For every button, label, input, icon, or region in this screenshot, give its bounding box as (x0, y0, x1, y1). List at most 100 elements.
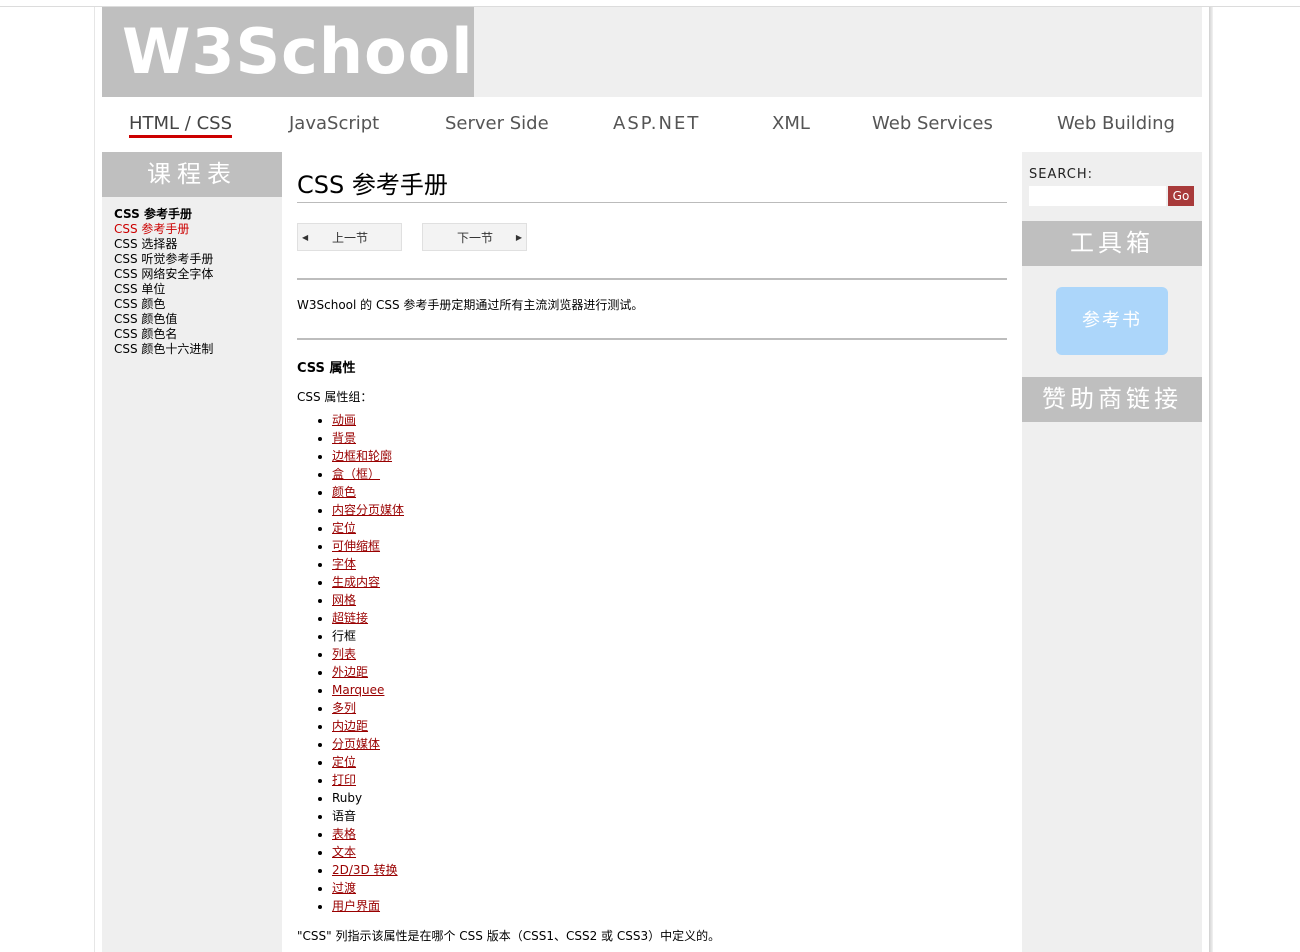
sidebar-item-css-color-values[interactable]: CSS 颜色值 (114, 312, 282, 327)
main-content: CSS 参考手册 ◀ 上一节 下一节 ▶ W3School 的 CSS 参考手册… (282, 152, 1022, 952)
nav-web-services[interactable]: Web Services (872, 113, 993, 134)
list-item: 超链接 (332, 609, 404, 627)
property-group-label: CSS 属性组： (297, 390, 373, 404)
footnote: "CSS" 列指示该属性是在哪个 CSS 版本（CSS1、CSS2 或 CSS3… (297, 929, 721, 943)
property-link[interactable]: 背景 (332, 431, 356, 445)
reference-book-button[interactable]: 参考书 (1056, 287, 1168, 355)
list-item: 生成内容 (332, 573, 404, 591)
property-link[interactable]: 超链接 (332, 611, 368, 625)
site-header: W3School (102, 7, 1202, 97)
search-label: SEARCH: (1029, 167, 1093, 182)
property-link[interactable]: 定位 (332, 521, 356, 535)
list-item: 用户界面 (332, 897, 404, 915)
property-link[interactable]: 动画 (332, 413, 356, 427)
list-item: 动画 (332, 411, 404, 429)
page: W3School HTML / CSS JavaScript Server Si… (102, 7, 1202, 952)
property-link[interactable]: 文本 (332, 845, 356, 859)
list-item: 内边距 (332, 717, 404, 735)
property-link[interactable]: 内边距 (332, 719, 368, 733)
course-list-title: 课程表 (102, 152, 282, 197)
course-list: CSS 参考手册 CSS 参考手册 CSS 选择器 CSS 听觉参考手册 CSS… (102, 197, 282, 357)
list-item: 颜色 (332, 483, 404, 501)
property-link[interactable]: 颜色 (332, 485, 356, 499)
prev-button[interactable]: ◀ 上一节 (297, 223, 402, 251)
list-item: 可伸缩框 (332, 537, 404, 555)
list-item: 打印 (332, 771, 404, 789)
search-go-button[interactable]: Go (1168, 186, 1194, 206)
list-item: 边框和轮廓 (332, 447, 404, 465)
sponsor-links-title: 赞助商链接 (1022, 377, 1202, 422)
list-item: 定位 (332, 753, 404, 771)
course-list-heading: CSS 参考手册 (114, 207, 192, 221)
right-sidebar: SEARCH: Go 工具箱 参考书 赞助商链接 (1022, 152, 1202, 952)
list-item: 定位 (332, 519, 404, 537)
search-input[interactable] (1029, 186, 1166, 206)
property-link[interactable]: 2D/3D 转换 (332, 863, 398, 877)
prev-button-label: 上一节 (332, 231, 369, 245)
property-link[interactable]: 内容分页媒体 (332, 503, 404, 517)
list-item: 过渡 (332, 879, 404, 897)
left-sidebar: 课程表 CSS 参考手册 CSS 参考手册 CSS 选择器 CSS 听觉参考手册… (102, 152, 282, 952)
next-button[interactable]: 下一节 ▶ (422, 223, 527, 251)
property-link[interactable]: 列表 (332, 647, 356, 661)
page-left-edge (94, 7, 95, 952)
nav-asp-net[interactable]: ASP.NET (613, 113, 700, 134)
nav-xml[interactable]: XML (772, 113, 810, 134)
property-link[interactable]: 多列 (332, 701, 356, 715)
divider (297, 278, 1007, 280)
property-link[interactable]: 过渡 (332, 881, 356, 895)
nav-javascript[interactable]: JavaScript (289, 113, 379, 134)
list-item: Marquee (332, 681, 404, 699)
property-list: 动画背景边框和轮廓盒（框）颜色内容分页媒体定位可伸缩框字体生成内容网格超链接行框… (297, 411, 404, 915)
list-item: 盒（框） (332, 465, 404, 483)
list-item: 表格 (332, 825, 404, 843)
nav-web-building[interactable]: Web Building (1057, 113, 1175, 134)
toolbox-title: 工具箱 (1022, 221, 1202, 266)
property-link[interactable]: 边框和轮廓 (332, 449, 392, 463)
sidebar-item-css-colors[interactable]: CSS 颜色 (114, 297, 282, 312)
page-right-shadow (1209, 7, 1213, 952)
property-link[interactable]: 可伸缩框 (332, 539, 380, 553)
property-link[interactable]: 外边距 (332, 665, 368, 679)
section-title: CSS 属性 (297, 361, 356, 376)
site-logo[interactable]: W3School (102, 7, 474, 97)
list-item: 语音 (332, 807, 404, 825)
property-link[interactable]: 字体 (332, 557, 356, 571)
arrow-right-icon: ▶ (515, 233, 522, 242)
property-link[interactable]: 盒（框） (332, 467, 380, 481)
sidebar-item-css-reference[interactable]: CSS 参考手册 (114, 222, 282, 237)
property-link[interactable]: 表格 (332, 827, 356, 841)
page-title: CSS 参考手册 (297, 170, 1007, 203)
sidebar-item-css-selectors[interactable]: CSS 选择器 (114, 237, 282, 252)
list-item: 内容分页媒体 (332, 501, 404, 519)
property-link[interactable]: 生成内容 (332, 575, 380, 589)
next-button-label: 下一节 (457, 231, 494, 245)
property-link[interactable]: 打印 (332, 773, 356, 787)
list-item: 多列 (332, 699, 404, 717)
property-link[interactable]: 定位 (332, 755, 356, 769)
property-text: 语音 (332, 809, 357, 823)
list-item: 行框 (332, 627, 404, 645)
sidebar-item-css-units[interactable]: CSS 单位 (114, 282, 282, 297)
list-item: Ruby (332, 789, 404, 807)
list-item: 分页媒体 (332, 735, 404, 753)
property-link[interactable]: 用户界面 (332, 899, 380, 913)
sidebar-item-css-websafe-fonts[interactable]: CSS 网络安全字体 (114, 267, 282, 282)
sidebar-item-css-color-names[interactable]: CSS 颜色名 (114, 327, 282, 342)
sidebar-item-css-aural[interactable]: CSS 听觉参考手册 (114, 252, 282, 267)
pager: ◀ 上一节 下一节 ▶ (297, 223, 1007, 253)
list-item: 2D/3D 转换 (332, 861, 404, 879)
list-item: 文本 (332, 843, 404, 861)
property-link[interactable]: Marquee (332, 683, 384, 697)
arrow-left-icon: ◀ (302, 233, 309, 242)
list-item: 列表 (332, 645, 404, 663)
nav-html-css[interactable]: HTML / CSS (129, 113, 233, 138)
top-nav: HTML / CSS JavaScript Server Side ASP.NE… (102, 97, 1202, 152)
property-link[interactable]: 网格 (332, 593, 356, 607)
intro-text: W3School 的 CSS 参考手册定期通过所有主流浏览器进行测试。 (297, 298, 644, 312)
list-item: 网格 (332, 591, 404, 609)
list-item: 字体 (332, 555, 404, 573)
nav-server-side[interactable]: Server Side (445, 113, 549, 134)
sidebar-item-css-color-hex[interactable]: CSS 颜色十六进制 (114, 342, 282, 357)
property-link[interactable]: 分页媒体 (332, 737, 380, 751)
